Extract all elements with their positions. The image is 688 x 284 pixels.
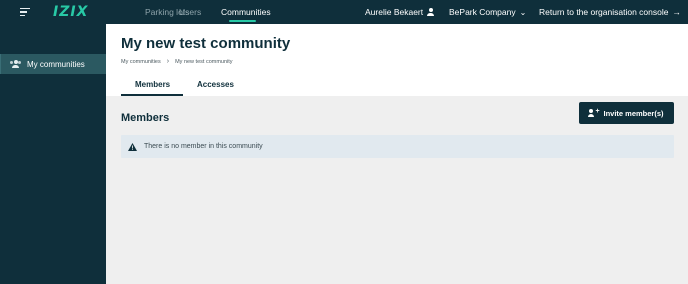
user-menu[interactable]: Aurelie Bekaert <box>365 7 435 17</box>
page-header: My new test community My communities › M… <box>106 24 688 96</box>
chevron-right-icon: › <box>166 58 170 65</box>
alert-text: There is no member in this community <box>144 143 263 150</box>
user-icon <box>427 8 435 16</box>
invite-button-label: Invite member(s) <box>603 108 664 118</box>
company-selector[interactable]: BePark Company ⌄ <box>449 7 526 17</box>
people-icon <box>10 60 21 68</box>
nav-users[interactable]: Users <box>179 7 201 17</box>
breadcrumb: My communities › My new test community <box>121 58 233 65</box>
company-name: BePark Company <box>449 7 516 17</box>
active-tab-indicator <box>121 94 183 96</box>
tab-accesses[interactable]: Accesses <box>197 80 234 89</box>
invite-members-button[interactable]: + Invite member(s) <box>579 102 674 124</box>
return-link-label: Return to the organisation console <box>539 7 669 17</box>
sidebar-item-label: My communities <box>27 59 85 69</box>
active-nav-indicator <box>229 20 256 22</box>
empty-state-alert: There is no member in this community <box>121 135 674 158</box>
breadcrumb-item-current: My new test community <box>175 58 233 65</box>
breadcrumb-item-my-communities[interactable]: My communities <box>121 59 161 65</box>
warning-icon <box>128 142 137 151</box>
page-title: My new test community <box>121 35 291 52</box>
arrow-right-icon: → <box>672 7 681 17</box>
add-user-icon: + <box>588 108 600 117</box>
chevron-down-icon: ⌄ <box>519 7 527 17</box>
section-title: Members <box>121 112 170 124</box>
main-content: My new test community My communities › M… <box>106 24 688 284</box>
return-to-console-link[interactable]: Return to the organisation console → <box>539 7 681 17</box>
sidebar: My communities <box>0 24 106 284</box>
sidebar-item-my-communities[interactable]: My communities <box>0 54 106 74</box>
user-name: Aurelie Bekaert <box>365 7 424 17</box>
tab-members[interactable]: Members <box>135 80 170 89</box>
menu-icon[interactable] <box>20 8 30 16</box>
nav-communities[interactable]: Communities <box>221 7 271 17</box>
brand-logo[interactable]: IZIX <box>53 4 88 20</box>
top-bar: IZIX Parking lots Users Communities Aure… <box>0 0 688 24</box>
